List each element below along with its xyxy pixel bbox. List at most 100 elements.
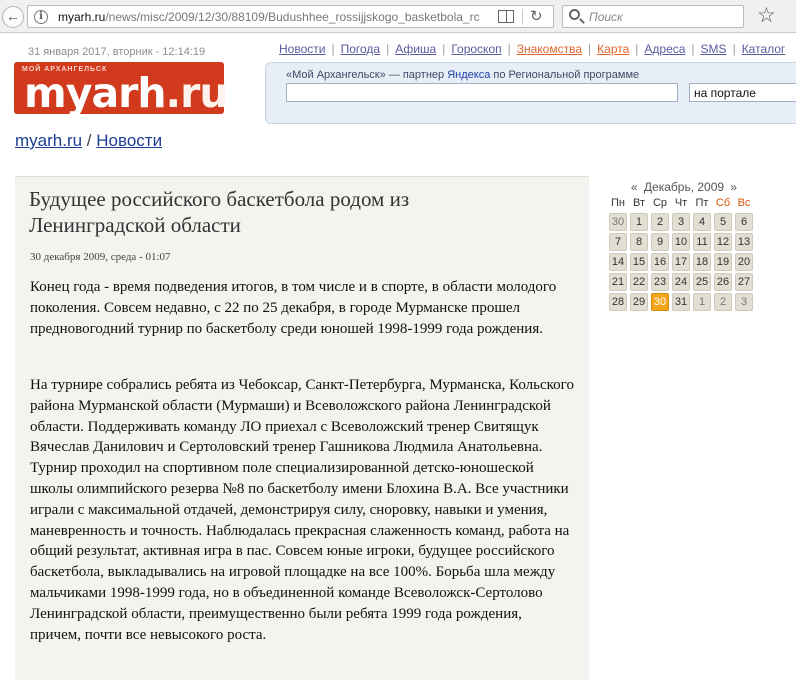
nav-link[interactable]: Каталог bbox=[742, 42, 786, 56]
article-paragraph: Конец года - время подведения итогов, в … bbox=[30, 279, 557, 337]
nav-link[interactable]: Афиша bbox=[395, 42, 436, 56]
calendar-day[interactable]: 18 bbox=[693, 253, 711, 271]
nav-link[interactable]: Новости bbox=[279, 42, 325, 56]
reader-view-icon[interactable] bbox=[498, 10, 514, 23]
current-datetime: 31 января 2017, вторник - 12:14:19 bbox=[28, 46, 206, 58]
nav-separator: | bbox=[442, 42, 446, 56]
calendar-day[interactable]: 12 bbox=[714, 233, 732, 251]
nav-separator: | bbox=[386, 42, 390, 56]
logo-domain-text: .ru bbox=[165, 69, 229, 117]
calendar-day[interactable]: 1 bbox=[693, 293, 711, 311]
article-paragraph: На турнире собрались ребята из Чебоксар,… bbox=[30, 377, 574, 643]
yandex-note-suffix: по Региональной программе bbox=[490, 69, 640, 81]
calendar-day[interactable]: 22 bbox=[630, 273, 648, 291]
calendar-day[interactable]: 24 bbox=[672, 273, 690, 291]
info-icon[interactable]: i bbox=[34, 10, 48, 24]
calendar-day[interactable]: 21 bbox=[609, 273, 627, 291]
calendar-day[interactable]: 30 bbox=[609, 213, 627, 231]
calendar-weekday: Вс bbox=[737, 197, 751, 209]
prev-month-arrow[interactable]: « bbox=[631, 180, 638, 194]
calendar-day[interactable]: 16 bbox=[651, 253, 669, 271]
yandex-link[interactable]: Яндекса bbox=[447, 69, 490, 81]
calendar-day[interactable]: 7 bbox=[609, 233, 627, 251]
calendar-day[interactable]: 2 bbox=[714, 293, 732, 311]
search-scope-select[interactable]: на портале bbox=[689, 83, 796, 102]
archive-calendar: « Декабрь, 2009 » Пн Вт Ср Чт Пт Сб Вс 30 1 2 3 4 5 6… bbox=[609, 180, 759, 311]
search-placeholder: Поиск bbox=[589, 10, 623, 24]
calendar-day[interactable]: 9 bbox=[651, 233, 669, 251]
calendar-day[interactable]: 25 bbox=[693, 273, 711, 291]
article-date: 30 декабря 2009, среда - 01:07 bbox=[30, 251, 171, 263]
top-navigation: Новости | Погода | Афиша | Гороскоп | Знакомства… bbox=[279, 42, 791, 56]
nav-link[interactable]: Карта bbox=[597, 42, 629, 56]
calendar-day[interactable]: 19 bbox=[714, 253, 732, 271]
yandex-note-prefix: «Мой Архангельск» — партнер bbox=[286, 69, 448, 81]
calendar-day[interactable]: 31 bbox=[672, 293, 690, 311]
url-text[interactable]: myarh.ru/news/misc/2009/12/30/88109/Budu… bbox=[58, 10, 501, 24]
calendar-day[interactable]: 10 bbox=[672, 233, 690, 251]
calendar-day[interactable]: 3 bbox=[672, 213, 690, 231]
nav-separator: | bbox=[331, 42, 335, 56]
nav-link[interactable]: Адреса bbox=[644, 42, 685, 56]
breadcrumb-home[interactable]: myarh.ru bbox=[15, 131, 82, 150]
nav-separator: | bbox=[507, 42, 511, 56]
calendar-day[interactable]: 29 bbox=[630, 293, 648, 311]
calendar-weekday: Ср bbox=[652, 197, 668, 209]
calendar-grid: Пн Вт Ср Чт Пт Сб Вс 30 1 2 3 4 5 6 7 8 9 10 11 12 13 14 15 16 1… bbox=[609, 197, 759, 311]
url-path: /news/misc/2009/12/30/88109/Budushhee_ro… bbox=[105, 10, 480, 24]
reload-icon[interactable]: ↻ bbox=[530, 7, 543, 25]
calendar-day[interactable]: 3 bbox=[735, 293, 753, 311]
yandex-search-panel: «Мой Архангельск» — партнер Яндекса по Р… bbox=[265, 62, 796, 124]
calendar-day[interactable]: 28 bbox=[609, 293, 627, 311]
calendar-day[interactable]: 15 bbox=[630, 253, 648, 271]
calendar-day-current[interactable]: 30 bbox=[651, 293, 669, 311]
calendar-day[interactable]: 13 bbox=[735, 233, 753, 251]
nav-link[interactable]: Гороскоп bbox=[451, 42, 501, 56]
calendar-weekday: Сб bbox=[715, 197, 731, 209]
url-host: myarh.ru bbox=[58, 10, 106, 24]
calendar-weekday: Вт bbox=[632, 197, 645, 209]
browser-search-input[interactable]: Поиск bbox=[562, 5, 744, 28]
calendar-day[interactable]: 23 bbox=[651, 273, 669, 291]
calendar-day[interactable]: 27 bbox=[735, 273, 753, 291]
nav-link[interactable]: Знакомства bbox=[517, 42, 582, 56]
address-bar[interactable]: i myarh.ru/news/misc/2009/12/30/88109/Bu… bbox=[27, 5, 554, 28]
calendar-day[interactable]: 6 bbox=[735, 213, 753, 231]
calendar-weekday: Пн bbox=[611, 197, 625, 209]
article-title: Будущее российского баскетбола родом из … bbox=[29, 187, 410, 237]
nav-separator: | bbox=[732, 42, 736, 56]
calendar-day[interactable]: 4 bbox=[693, 213, 711, 231]
nav-link[interactable]: Погода bbox=[341, 42, 381, 56]
breadcrumb-news[interactable]: Новости bbox=[96, 131, 162, 150]
calendar-day[interactable]: 20 bbox=[735, 253, 753, 271]
calendar-header: « Декабрь, 2009 » bbox=[609, 180, 759, 196]
logo-main-text: myarh bbox=[24, 69, 167, 117]
article-panel: Будущее российского баскетбола родом из … bbox=[15, 176, 589, 680]
yandex-partner-note: «Мой Архангельск» — партнер Яндекса по Р… bbox=[286, 69, 639, 81]
nav-separator: | bbox=[635, 42, 639, 56]
calendar-day[interactable]: 26 bbox=[714, 273, 732, 291]
calendar-day[interactable]: 17 bbox=[672, 253, 690, 271]
site-logo[interactable]: МОЙ АРХАНГЕЛЬСК myarh.ru bbox=[14, 62, 229, 117]
search-icon bbox=[569, 9, 580, 20]
browser-toolbar: ← i myarh.ru/news/misc/2009/12/30/88109/… bbox=[0, 0, 796, 33]
calendar-day[interactable]: 11 bbox=[693, 233, 711, 251]
nav-separator: | bbox=[691, 42, 695, 56]
logo-wordmark: myarh.ru bbox=[24, 69, 229, 117]
calendar-day[interactable]: 2 bbox=[651, 213, 669, 231]
bookmark-star-icon[interactable]: ☆ bbox=[757, 3, 776, 28]
calendar-weekday: Пт bbox=[695, 197, 709, 209]
next-month-arrow[interactable]: » bbox=[730, 180, 737, 194]
calendar-weekday: Чт bbox=[674, 197, 688, 209]
back-arrow-icon[interactable]: ← bbox=[2, 6, 24, 28]
yandex-search-input[interactable] bbox=[286, 83, 678, 102]
nav-link[interactable]: SMS bbox=[701, 42, 727, 56]
nav-separator: | bbox=[588, 42, 592, 56]
calendar-day[interactable]: 8 bbox=[630, 233, 648, 251]
calendar-day[interactable]: 1 bbox=[630, 213, 648, 231]
calendar-day[interactable]: 5 bbox=[714, 213, 732, 231]
breadcrumb-separator: / bbox=[82, 131, 97, 150]
calendar-month: Декабрь, 2009 bbox=[643, 180, 725, 194]
calendar-day[interactable]: 14 bbox=[609, 253, 627, 271]
url-divider bbox=[522, 9, 523, 25]
